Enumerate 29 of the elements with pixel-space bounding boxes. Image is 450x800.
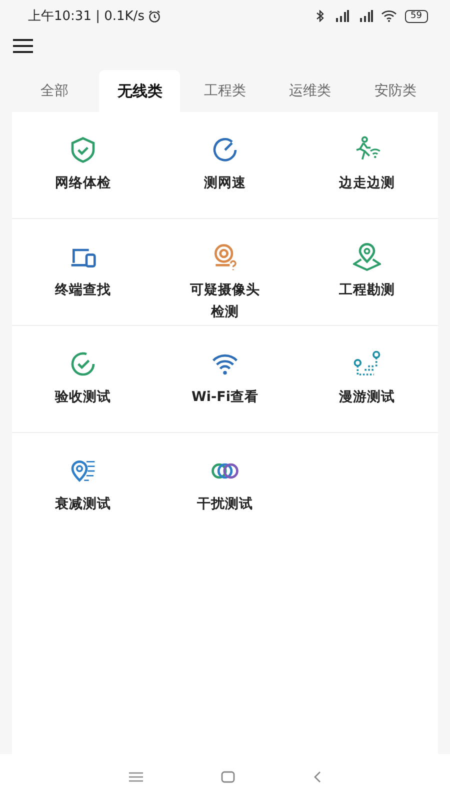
tool-label[interactable]: 可疑摄像头检测: [190, 279, 260, 323]
check-circle-icon[interactable]: [69, 350, 97, 378]
category-tab[interactable]: 无线类: [99, 70, 180, 112]
tool-label[interactable]: 边走边测: [332, 172, 402, 194]
category-tab[interactable]: 运维类: [270, 70, 351, 112]
category-tab[interactable]: 工程类: [184, 70, 266, 112]
back-icon[interactable]: [313, 771, 321, 783]
tool-label[interactable]: 验收测试: [48, 386, 118, 408]
home-icon[interactable]: [221, 771, 235, 783]
tool-label[interactable]: 干扰测试: [190, 493, 260, 515]
roaming-pins-icon[interactable]: [353, 350, 381, 378]
wifi-icon: [380, 10, 397, 22]
tool-label[interactable]: Wi-Fi查看: [190, 386, 260, 408]
bluetooth-icon: [316, 10, 325, 22]
tool-label[interactable]: 衰减测试: [48, 493, 118, 515]
menu-icon[interactable]: [13, 38, 33, 54]
tool-label[interactable]: 工程勘测: [332, 279, 402, 301]
speedometer-icon[interactable]: [211, 136, 239, 164]
tool-label[interactable]: 终端查找: [48, 279, 118, 301]
shield-check-icon[interactable]: [69, 136, 97, 164]
battery-icon: 59: [404, 10, 428, 22]
tool-label[interactable]: 网络体检: [48, 172, 118, 194]
category-tab[interactable]: 安防类: [354, 70, 436, 112]
category-tab[interactable]: 全部: [14, 70, 96, 112]
map-pin-icon[interactable]: [353, 243, 381, 271]
alarm-icon: [148, 10, 162, 22]
tool-label[interactable]: 测网速: [190, 172, 260, 194]
status-time: 上午10:31 | 0.1K/s: [28, 8, 144, 25]
tool-label[interactable]: 漫游测试: [332, 386, 402, 408]
